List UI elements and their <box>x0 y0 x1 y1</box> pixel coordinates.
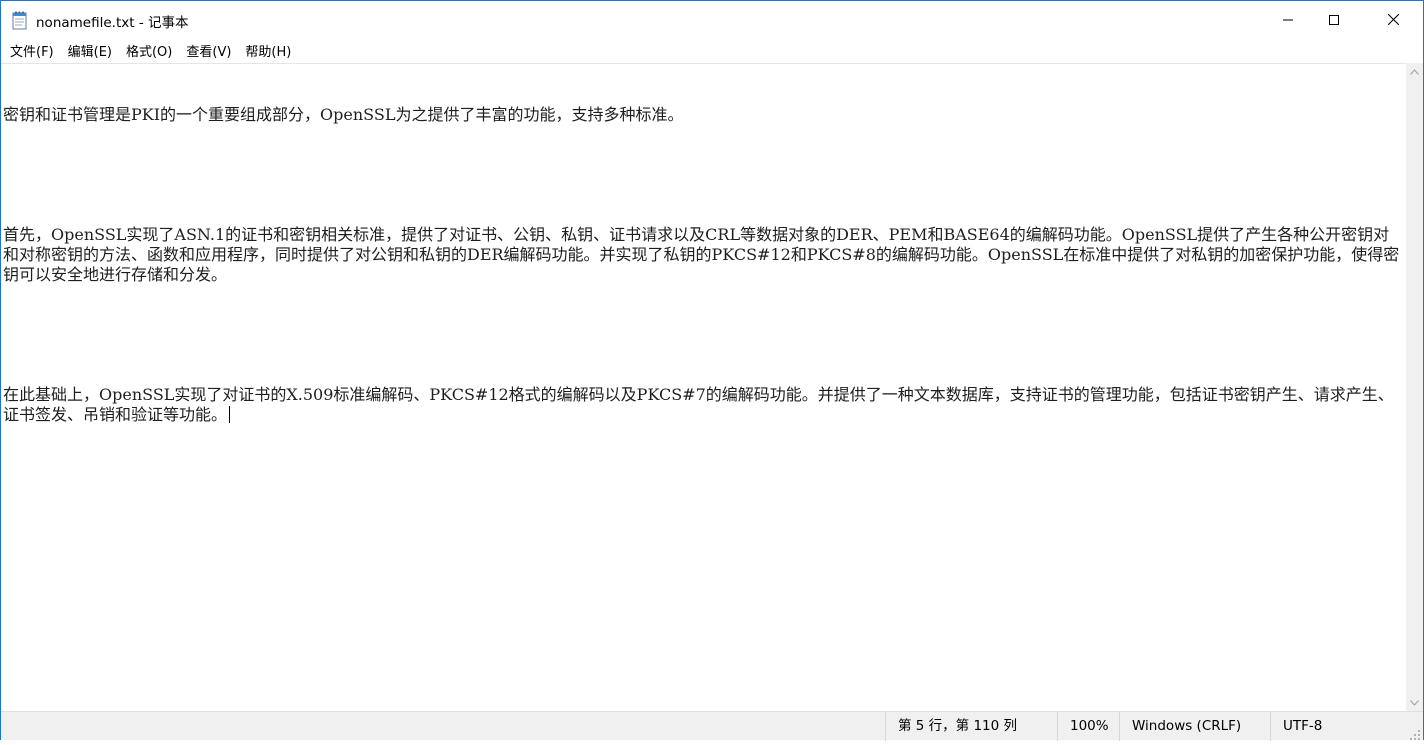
text-line: 在此基础上，OpenSSL实现了对证书的X.509标准编解码、PKCS#12格式… <box>3 385 1394 424</box>
scroll-down-arrow-icon <box>1410 699 1419 706</box>
close-button[interactable] <box>1363 1 1423 38</box>
scroll-down-button[interactable] <box>1406 694 1423 711</box>
menu-edit[interactable]: 编辑(E) <box>61 38 119 63</box>
cursor-position: 第 5 行，第 110 列 <box>885 712 1057 741</box>
window-title: nonamefile.txt - 记事本 <box>36 15 189 31</box>
text-line: 首先，OpenSSL实现了ASN.1的证书和密钥相关标准，提供了对证书、公钥、私… <box>3 225 1400 284</box>
menu-help[interactable]: 帮助(H) <box>238 38 298 63</box>
notepad-window: nonamefile.txt - 记事本 文件(F) 编辑(E) 格式(O) 查… <box>0 0 1424 741</box>
text-line: 密钥和证书管理是PKI的一个重要组成部分，OpenSSL为之提供了丰富的功能，支… <box>3 105 684 124</box>
minimize-button[interactable] <box>1265 1 1311 38</box>
menu-bar: 文件(F) 编辑(E) 格式(O) 查看(V) 帮助(H) <box>1 38 1423 63</box>
maximize-icon <box>1329 14 1339 25</box>
close-icon <box>1387 14 1399 25</box>
scroll-up-button[interactable] <box>1406 63 1423 80</box>
maximize-button[interactable] <box>1311 1 1357 38</box>
notepad-icon[interactable] <box>11 10 29 30</box>
text-caret <box>229 406 231 423</box>
menu-view[interactable]: 查看(V) <box>179 38 238 63</box>
vertical-scrollbar[interactable] <box>1406 63 1423 711</box>
scroll-up-arrow-icon <box>1410 68 1419 75</box>
text-line <box>3 165 1403 185</box>
encoding: UTF-8 <box>1270 712 1423 741</box>
text-line-last: 在此基础上，OpenSSL实现了对证书的X.509标准编解码、PKCS#12格式… <box>3 385 1403 425</box>
zoom-level: 100% <box>1057 712 1119 741</box>
text-line <box>3 325 1403 345</box>
menu-format[interactable]: 格式(O) <box>119 38 179 63</box>
minimize-icon <box>1283 19 1293 20</box>
text-editor[interactable]: 密钥和证书管理是PKI的一个重要组成部分，OpenSSL为之提供了丰富的功能，支… <box>1 63 1406 711</box>
line-ending: Windows (CRLF) <box>1119 712 1270 741</box>
menu-file[interactable]: 文件(F) <box>3 38 61 63</box>
status-bar: 第 5 行，第 110 列 100% Windows (CRLF) UTF-8 <box>1 711 1423 741</box>
title-bar[interactable]: nonamefile.txt - 记事本 <box>1 1 1423 38</box>
resize-grip-icon[interactable] <box>1409 726 1421 740</box>
editor-content[interactable]: 密钥和证书管理是PKI的一个重要组成部分，OpenSSL为之提供了丰富的功能，支… <box>3 65 1403 465</box>
